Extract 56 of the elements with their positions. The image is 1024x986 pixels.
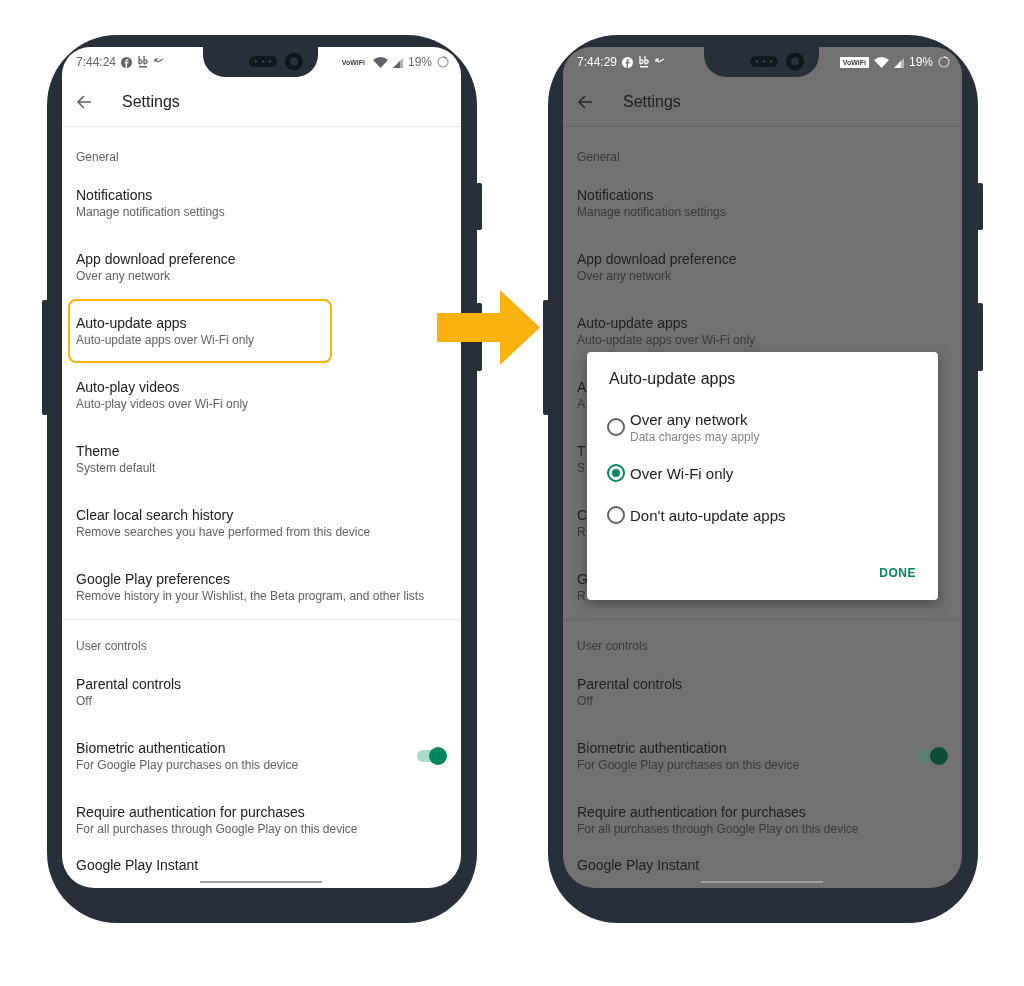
setting-title[interactable]: Auto-play videos (76, 378, 180, 396)
screen-title: Settings (623, 92, 681, 111)
setting-subtitle: Off (76, 693, 92, 709)
setting-title[interactable]: Require authentication for purchases (76, 803, 305, 821)
done-button[interactable]: DONE (879, 566, 916, 580)
setting-title[interactable]: Parental controls (76, 675, 182, 693)
back-arrow-icon[interactable] (577, 93, 593, 110)
setting-title[interactable]: App download preference (76, 250, 236, 268)
option-label[interactable]: Over any network (630, 409, 760, 429)
signal-icon (392, 56, 403, 68)
signal-icon (893, 56, 904, 68)
battery-ring-icon (437, 56, 449, 68)
setting-subtitle: For all purchases through Google Play on this device (76, 821, 358, 837)
toggle-switch[interactable] (918, 748, 948, 764)
setting-subtitle: Auto-update apps over Wi-Fi only (76, 332, 255, 348)
wifi-icon (372, 56, 388, 68)
radio-button[interactable] (607, 464, 625, 482)
front-camera-icon (750, 52, 804, 71)
setting-title[interactable]: Clear local search history (76, 506, 234, 524)
front-camera-icon (249, 52, 303, 71)
setting-title[interactable]: Theme (76, 442, 120, 460)
option-label[interactable]: Don't auto-update apps (630, 505, 786, 525)
setting-subtitle: Auto-play videos over Wi-Fi only (76, 396, 249, 412)
facebook-icon (622, 56, 634, 68)
setting-subtitle: Over any network (76, 268, 171, 284)
setting-subtitle: Remove searches you have performed from this device (76, 524, 371, 540)
setting-title[interactable]: Notifications (76, 186, 153, 204)
radio-button[interactable] (607, 506, 625, 524)
battery-level: 19% (908, 55, 933, 69)
setting-title[interactable]: Google Play Instant (76, 856, 199, 874)
app-logo-icon (137, 55, 150, 69)
setting-title[interactable]: Google Play preferences (76, 570, 231, 588)
setting-title[interactable]: Biometric authentication (76, 739, 226, 757)
option-hint: Data charges may apply (630, 428, 760, 445)
setting-subtitle: Remove history in your Wishlist, the Beta program, and other lists (76, 588, 425, 604)
section-header: General (75, 149, 120, 166)
app-logo-icon (638, 55, 651, 69)
battery-level: 19% (407, 55, 432, 69)
section-header: User controls (75, 638, 148, 655)
wifi-icon (873, 56, 889, 68)
facebook-icon (121, 56, 133, 68)
toggle-switch[interactable] (417, 748, 447, 764)
radio-button[interactable] (607, 418, 625, 436)
status-time: 7:44:24 (76, 55, 117, 69)
screen-title: Settings (122, 92, 180, 111)
dialog-title: Auto-update apps (609, 370, 737, 388)
setting-subtitle: System default (76, 460, 156, 476)
setting-subtitle: Manage notification settings (76, 204, 225, 220)
back-arrow-icon[interactable] (76, 93, 92, 110)
section-header: General (576, 149, 621, 166)
setting-title[interactable]: Auto-update apps (76, 314, 187, 332)
setting-subtitle: Off (577, 693, 593, 709)
status-time: 7:44:29 (577, 55, 618, 69)
battery-ring-icon (938, 56, 950, 68)
option-label[interactable]: Over Wi-Fi only (630, 463, 734, 483)
setting-subtitle: For Google Play purchases on this device (76, 757, 299, 773)
